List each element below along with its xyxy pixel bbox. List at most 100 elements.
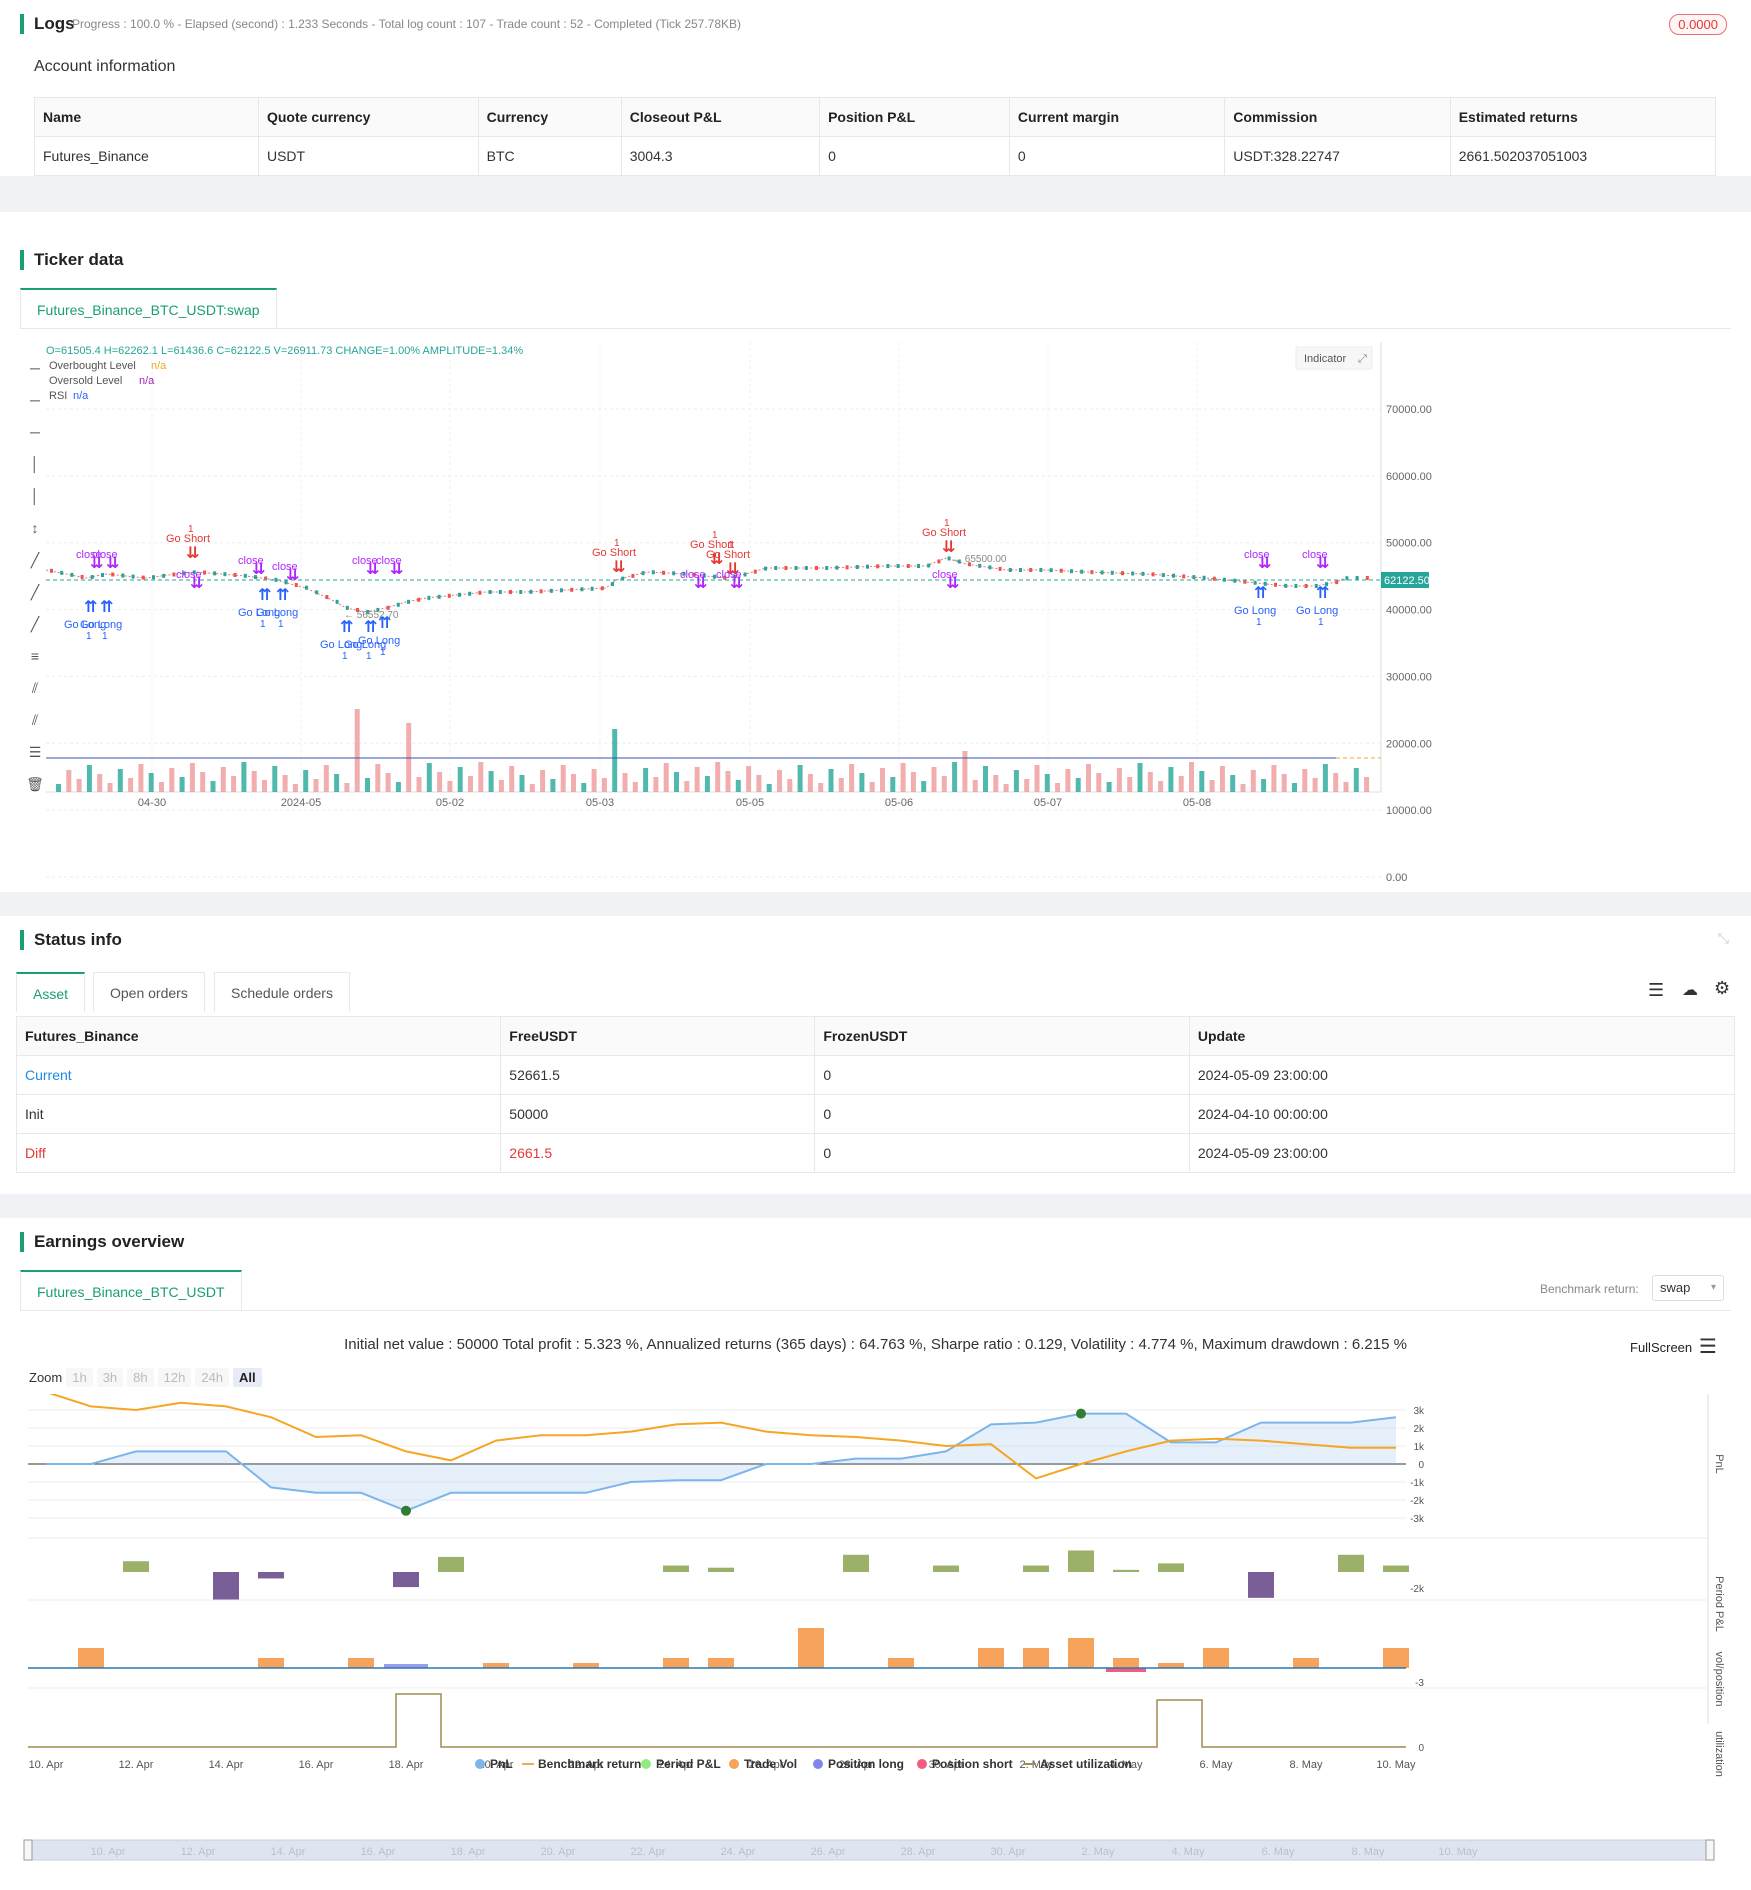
candle [325, 595, 329, 600]
candle [417, 597, 421, 602]
candle [121, 573, 125, 578]
tab-asset[interactable]: Asset [16, 972, 86, 1012]
period-bar [213, 1572, 239, 1600]
signal-count: 1 [102, 631, 108, 642]
volume-bar [519, 775, 525, 792]
candle [213, 571, 217, 576]
earnings-tab[interactable]: Futures_Binance_BTC_USDT [20, 1270, 242, 1310]
zoom-All[interactable]: All [233, 1368, 262, 1387]
trade-vol-bar [708, 1658, 734, 1668]
signal-count: 1 [380, 647, 386, 658]
candle [396, 602, 400, 607]
navigator-scrollbar[interactable]: 10. Apr 12. Apr 14. Apr 16. Apr 18. Apr 20. A… [0, 1838, 1751, 1864]
candle [1008, 568, 1012, 572]
table-row: Futures_Binance USDT BTC 3004.3 0 0 USDT:328.2… [34, 136, 1717, 176]
zoom-24h[interactable]: 24h [195, 1368, 230, 1387]
account-cell-1: USDT [257, 136, 479, 176]
tab-schedule-orders[interactable]: Schedule orders [214, 972, 350, 1012]
pnl-tick: 1k [1413, 1442, 1425, 1453]
candlestick-chart[interactable]: 70000.00 60000.00 50000.00 40000.00 30000.00… [46, 342, 1746, 882]
earnings-chart[interactable]: 3k 2k 1k 0 -1k -2k -3k PnL Period P&L vol/positio… [0, 1394, 1751, 1794]
period-bar [933, 1565, 959, 1572]
period-bar [258, 1572, 284, 1579]
tool-icon-1[interactable]: ─ [22, 384, 48, 416]
volume-bar [1075, 778, 1081, 792]
period-bar [1158, 1563, 1184, 1572]
tool-icon-9[interactable]: ≡ [22, 640, 48, 672]
cloud-icon[interactable]: ☁ [1682, 980, 1698, 1000]
tool-icon-5[interactable]: ↕ [22, 512, 48, 544]
table-row: Name Quote currency Currency Closeout P&L Po… [34, 97, 1717, 137]
period-bar [438, 1556, 464, 1572]
legend-swatch [813, 1759, 823, 1769]
volume-bar [694, 767, 700, 792]
tool-icon-6[interactable]: ╱ [22, 544, 48, 576]
asset-row-frozen: 0 [814, 1055, 1190, 1095]
tool-icon-2[interactable]: ─ [22, 416, 48, 448]
trade-vol-bar [1203, 1648, 1229, 1668]
tool-icon-10[interactable]: ⫽ [22, 672, 48, 704]
volume-bar [509, 766, 515, 792]
zoom-8h[interactable]: 8h [127, 1368, 154, 1387]
volume-bar [612, 729, 618, 792]
navigator-tick: 22. Apr [631, 1846, 666, 1858]
account-title: Account information [34, 58, 176, 75]
volume-bar [1034, 765, 1040, 792]
signal-count: 1 [712, 530, 718, 541]
legend-swatch [729, 1759, 739, 1769]
volume-bar [97, 774, 103, 792]
earnings-summary: Initial net value : 50000 Total profit :… [344, 1336, 1407, 1353]
candle [427, 595, 431, 600]
tool-icon-7[interactable]: ╱ [22, 576, 48, 608]
volume-bar [1086, 764, 1091, 792]
gear-icon[interactable]: ⚙ [1714, 978, 1730, 999]
candle [549, 588, 553, 593]
volume-bar [76, 779, 82, 792]
x-tick-label: 10. Apr [29, 1759, 64, 1771]
candle [539, 589, 543, 594]
volume-bar [540, 770, 546, 792]
volume-bar [1065, 769, 1071, 792]
legend-label: Oversold Level [49, 375, 122, 387]
volume-bar [354, 709, 360, 792]
volume-bar [437, 772, 443, 792]
tool-icon-4[interactable]: │ [22, 480, 48, 512]
tool-icon-11[interactable]: ⫽ [22, 704, 48, 736]
x-tick-label: 05-08 [1183, 797, 1211, 809]
candle [141, 575, 145, 580]
close-label: close [932, 569, 958, 581]
tool-icon-12[interactable]: ☰ [22, 736, 48, 768]
candle [580, 587, 584, 592]
candle [203, 570, 206, 575]
x-tick-label: 05-05 [736, 797, 764, 809]
legend-swatch [475, 1759, 485, 1769]
candle [560, 588, 563, 593]
tool-icon-13[interactable]: 🗑 [22, 768, 48, 800]
fullscreen-button[interactable]: FullScreen [1630, 1340, 1692, 1355]
ticker-tab[interactable]: Futures_Binance_BTC_USDT:swap [20, 288, 277, 328]
candle [1100, 570, 1104, 575]
zoom-3h[interactable]: 3h [96, 1368, 124, 1387]
navigator-tick: 30. Apr [991, 1846, 1026, 1858]
candle [152, 575, 155, 580]
volume-bar [1292, 783, 1297, 792]
candle [774, 566, 778, 570]
volume-bar [869, 782, 875, 792]
benchmark-select[interactable]: swap ▾ [1652, 1275, 1724, 1301]
trade-vol-bar [1023, 1648, 1049, 1668]
collapse-icon[interactable]: ⤡ [1718, 930, 1729, 947]
candle [50, 568, 53, 573]
period-bar [393, 1572, 419, 1588]
account-header-2: Currency [477, 97, 622, 137]
menu-icon[interactable]: ☰ [1699, 1334, 1717, 1359]
utilization-line [28, 1693, 1406, 1748]
tool-icon-8[interactable]: ╱ [22, 608, 48, 640]
volume-bar [117, 769, 123, 792]
candle [1192, 575, 1196, 580]
tool-icon-0[interactable]: ─ [22, 352, 48, 384]
list-icon[interactable]: ☰ [1648, 980, 1664, 1001]
zoom-1h[interactable]: 1h [66, 1368, 93, 1387]
tool-icon-3[interactable]: │ [22, 448, 48, 480]
tab-open-orders[interactable]: Open orders [93, 972, 205, 1012]
zoom-12h[interactable]: 12h [157, 1368, 192, 1387]
